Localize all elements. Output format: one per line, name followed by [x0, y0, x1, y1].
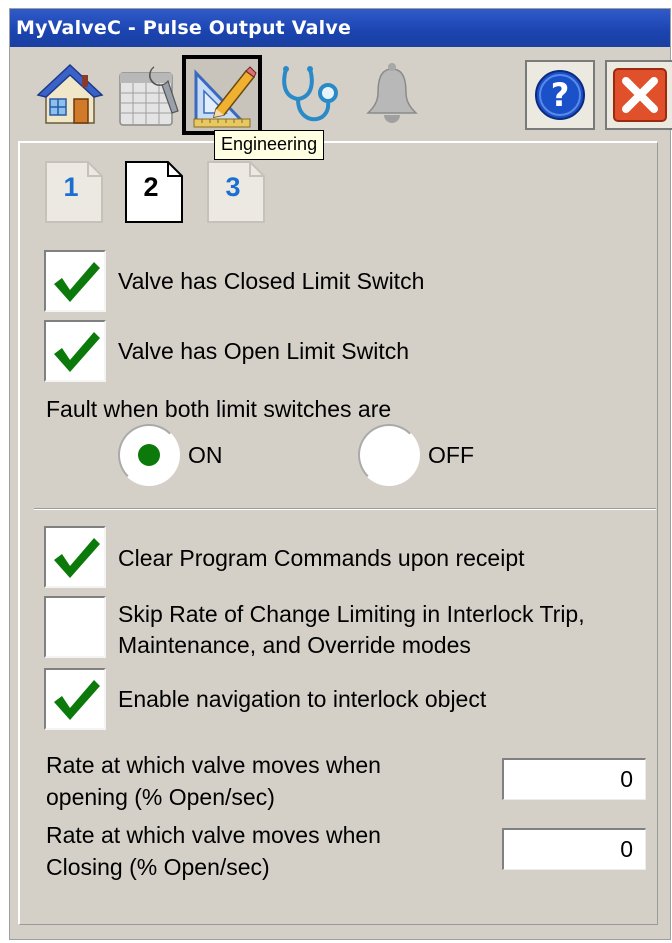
page-tab-2[interactable]: 2 [124, 160, 186, 224]
stethoscope-icon [282, 66, 338, 122]
skip-roc-label-line2: Maintenance, and Override modes [118, 632, 471, 658]
page-tab-label: 1 [63, 172, 79, 202]
fault-off-label: OFF [428, 442, 474, 468]
open-limit-switch-checkbox[interactable] [44, 320, 106, 382]
open-limit-switch-label: Valve has Open Limit Switch [118, 338, 410, 364]
svg-text:?: ? [551, 76, 570, 114]
enable-navigation-checkbox[interactable] [44, 668, 106, 730]
closed-limit-switch-checkbox[interactable] [44, 250, 106, 312]
checkmark-icon [54, 332, 100, 372]
fault-on-radio[interactable] [118, 424, 180, 486]
page-tab-1[interactable]: 1 [44, 160, 106, 224]
help-icon: ? [525, 60, 595, 130]
fault-on-label: ON [188, 442, 223, 468]
section-divider [34, 508, 656, 510]
maintenance-icon [119, 66, 179, 126]
diagnostics-button[interactable] [274, 59, 346, 131]
enable-navigation-label: Enable navigation to interlock object [118, 686, 487, 712]
page-tab-label: 3 [225, 172, 241, 202]
skip-roc-label-line1: Skip Rate of Change Limiting in Interloc… [118, 601, 585, 627]
open-rate-label-line2: opening (% Open/sec) [46, 784, 275, 810]
tooltip-engineering: Engineering [214, 130, 325, 160]
close-rate-label-line2: Closing (% Open/sec) [46, 854, 270, 880]
checkmark-icon [54, 680, 100, 720]
alarms-button[interactable] [356, 59, 428, 131]
close-icon [605, 60, 672, 130]
skip-roc-checkbox[interactable] [44, 596, 106, 658]
engineering-icon [193, 66, 257, 128]
bell-icon [366, 63, 418, 123]
close-rate-input[interactable]: 0 [502, 828, 646, 870]
radio-selected-dot [138, 444, 160, 466]
page-tab-3[interactable]: 3 [206, 160, 268, 224]
closed-limit-switch-label: Valve has Closed Limit Switch [118, 268, 425, 294]
clear-program-commands-label: Clear Program Commands upon receipt [118, 545, 525, 571]
maintenance-button[interactable] [114, 59, 186, 131]
open-rate-input[interactable]: 0 [502, 758, 646, 800]
checkmark-icon [54, 262, 100, 302]
home-icon [36, 63, 104, 124]
help-button[interactable]: ? [524, 59, 596, 131]
close-button[interactable] [604, 59, 672, 131]
fault-off-radio[interactable] [358, 424, 420, 486]
home-button[interactable] [34, 59, 106, 131]
fault-both-label: Fault when both limit switches are [46, 396, 392, 422]
page-tab-label: 2 [143, 172, 159, 202]
checkmark-icon [54, 538, 100, 578]
engineering-button[interactable] [182, 55, 262, 135]
window-title: MyValveC - Pulse Output Valve [10, 9, 670, 47]
toolbar: ? [10, 47, 672, 147]
close-rate-label-line1: Rate at which valve moves when [46, 822, 381, 848]
clear-program-commands-checkbox[interactable] [44, 526, 106, 588]
open-rate-label-line1: Rate at which valve moves when [46, 752, 381, 778]
